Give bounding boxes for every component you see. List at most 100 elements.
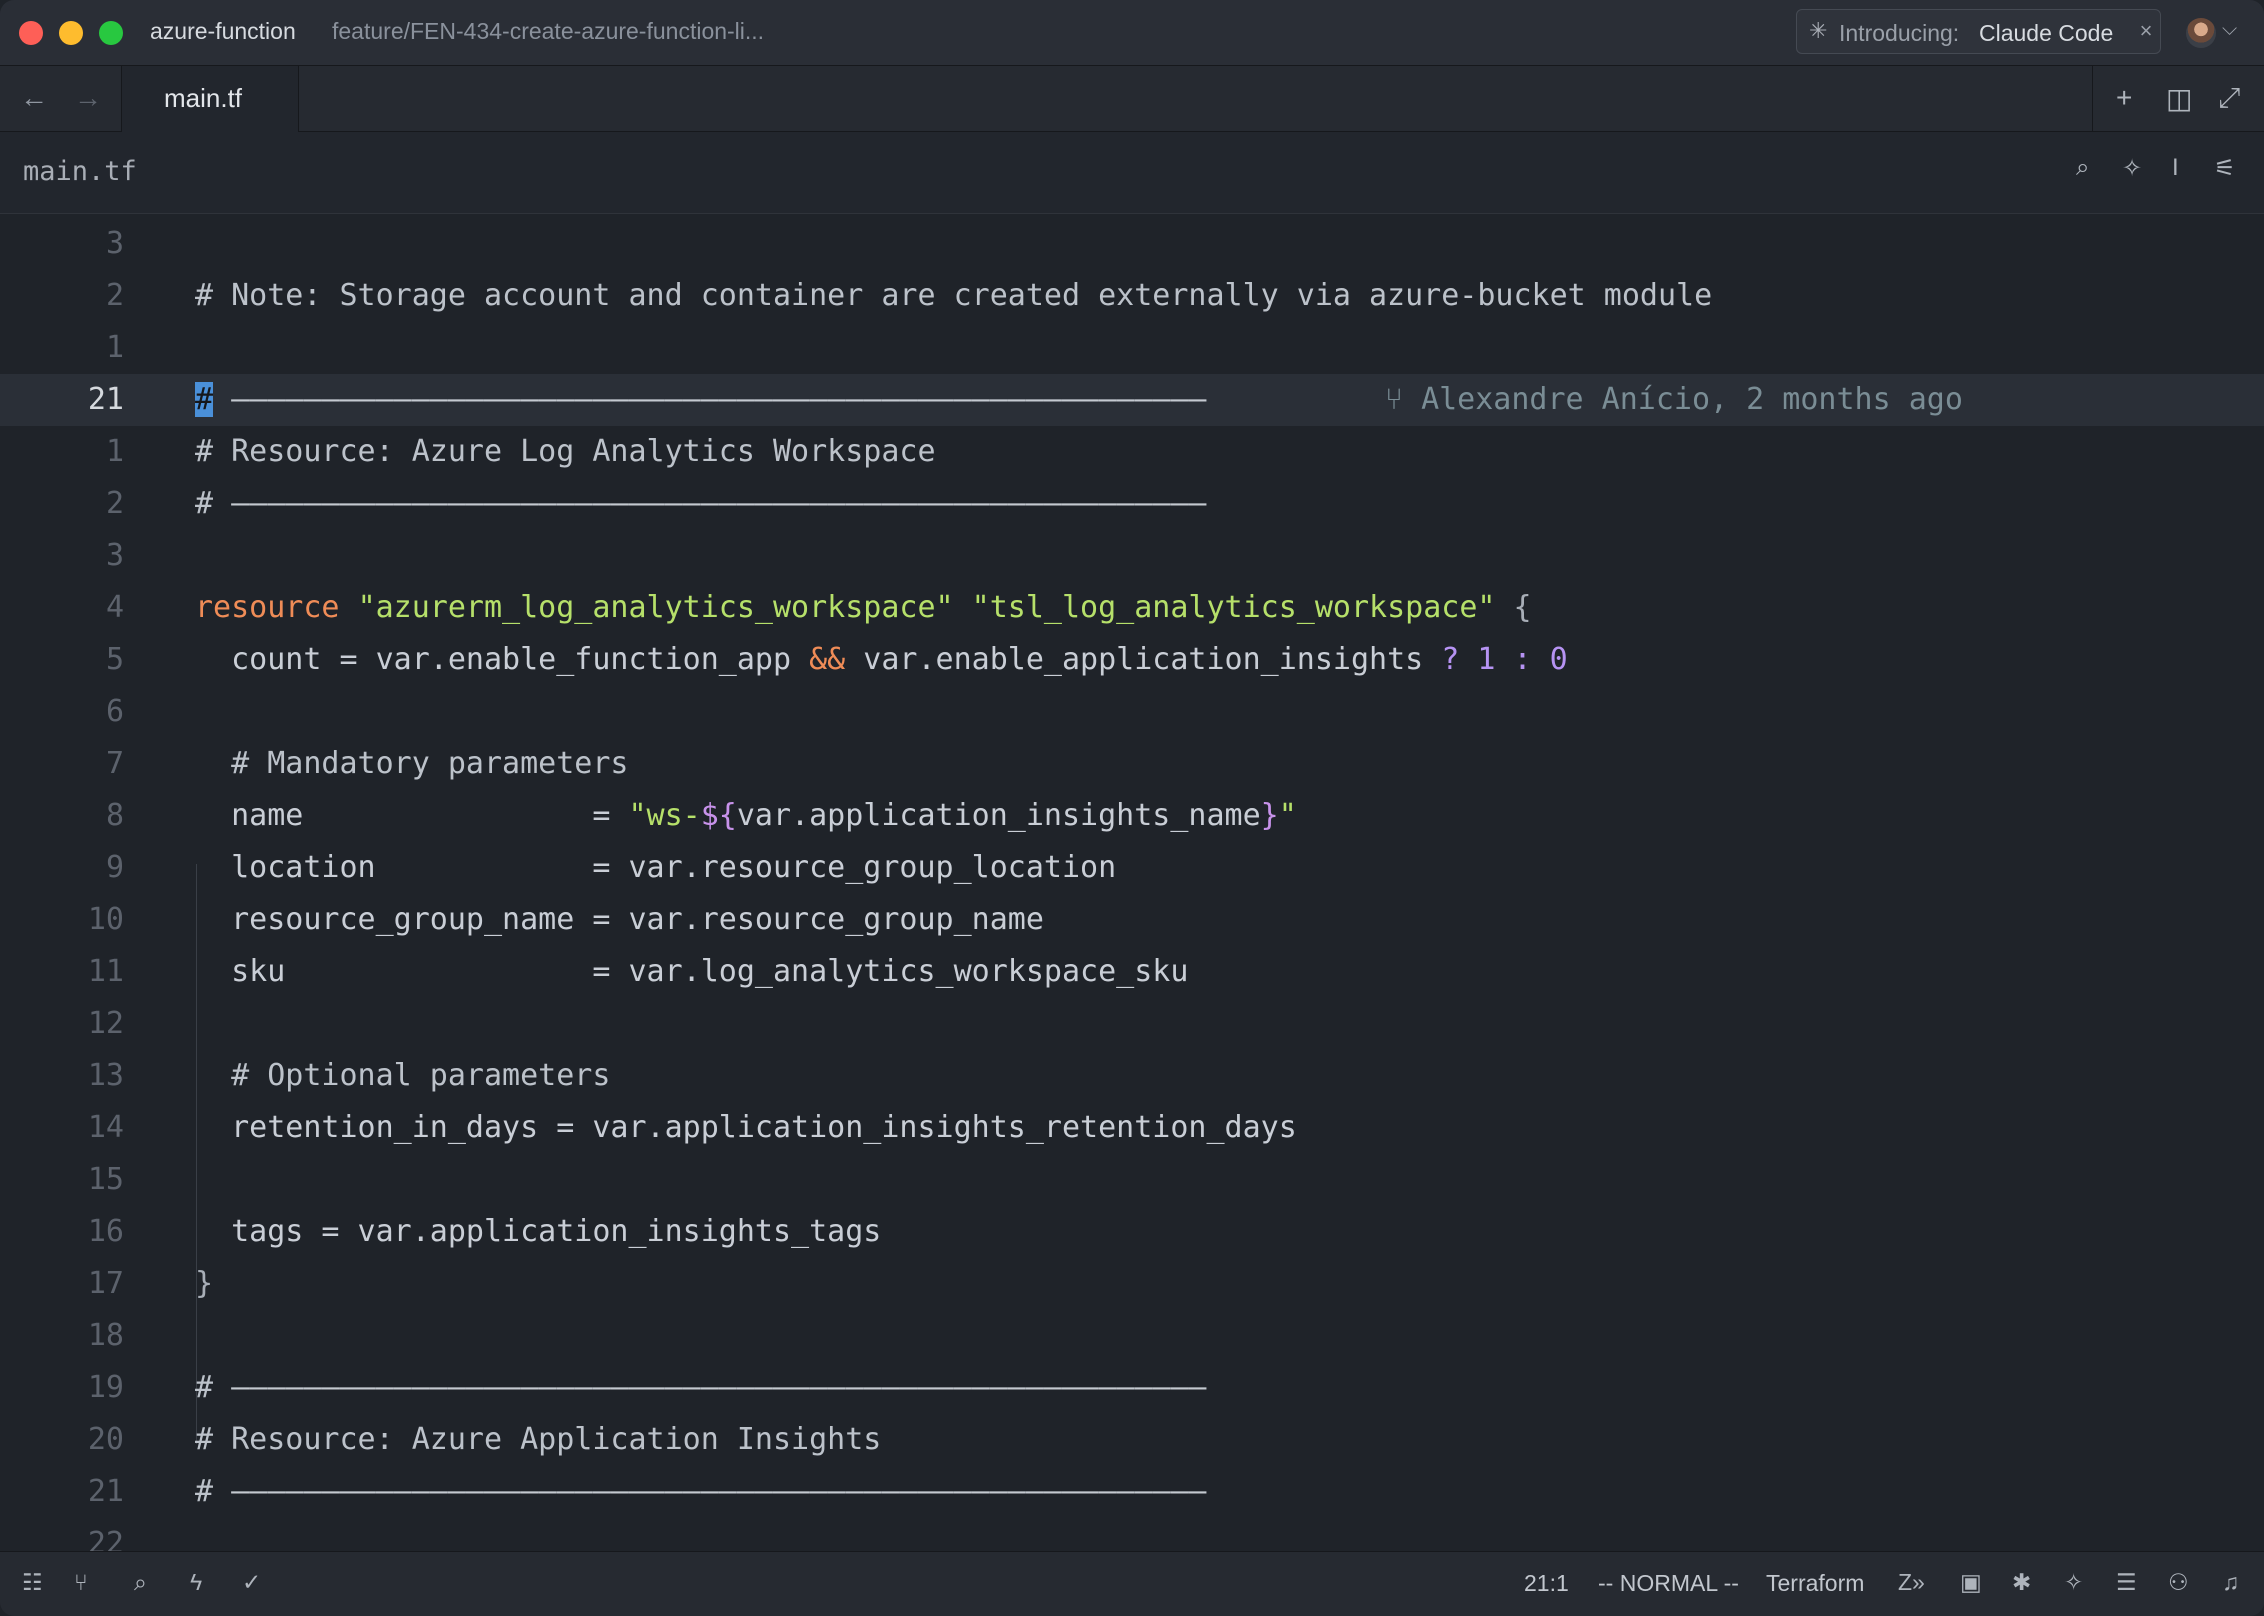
line-number: 9 — [105, 850, 124, 885]
code-line: 12 — [0, 998, 2264, 1050]
minimize-window-button[interactable] — [59, 21, 83, 45]
line-number: 13 — [87, 1058, 124, 1093]
code-text: # ——————————————————————————————————————… — [195, 1474, 1207, 1509]
breadcrumb-bar: main.tf ⌕ ✧ I ⚟ — [0, 132, 2264, 214]
code-line: 7 # Mandatory parameters — [0, 738, 2264, 790]
project-panel-icon[interactable]: ☷ — [22, 1569, 43, 1596]
tab-label: main.tf — [164, 83, 243, 113]
line-number: 19 — [87, 1370, 124, 1405]
current-line: 21 # ———————————————————————————————————… — [0, 374, 2264, 426]
blame-time: 2 months ago — [1746, 382, 1963, 417]
search-icon[interactable]: ⌕ — [134, 1569, 147, 1596]
close-window-button[interactable] — [19, 21, 43, 45]
split-pane-icon[interactable]: ◫ — [2166, 82, 2192, 115]
code-line: 13 # Optional parameters — [0, 1050, 2264, 1102]
line-number: 1 — [105, 330, 124, 365]
terminal-icon[interactable]: ▣ — [1960, 1569, 1982, 1596]
bell-icon[interactable]: ♫ — [2222, 1569, 2239, 1596]
code-line: 8 name = "ws-${var.application_insights_… — [0, 790, 2264, 842]
promo-prefix: Introducing: — [1839, 20, 1960, 46]
cursor-position[interactable]: 21:1 — [1524, 1570, 1569, 1597]
promo-close-icon[interactable]: × — [2131, 9, 2161, 54]
line-number: 1 — [105, 434, 124, 469]
line-number: 4 — [105, 590, 124, 625]
bolt-icon[interactable]: ϟ — [190, 1569, 202, 1596]
collaboration-icon[interactable]: ⚇ — [2168, 1569, 2189, 1596]
status-bar: ☷ ⑂ ⌕ ϟ ✓ 21:1 -- NORMAL -- Terraform Z»… — [0, 1551, 2264, 1616]
blame-author: Alexandre Anício — [1421, 382, 1711, 417]
git-branch-icon[interactable]: ⑂ — [74, 1569, 88, 1596]
expand-icon[interactable]: ⤢ — [2218, 82, 2240, 115]
editor-window: azure-function feature/FEN-434-create-az… — [0, 0, 2264, 1616]
code-line: 2 # ————————————————————————————————————… — [0, 478, 2264, 530]
line-number: 21 — [87, 382, 124, 417]
tab-bar: ← → main.tf + ◫ ⤢ — [0, 66, 2264, 132]
chevron-down-icon[interactable]: ⌵ — [2222, 18, 2237, 41]
edit-prediction-icon[interactable]: Z» — [1898, 1569, 1925, 1596]
forward-arrow-icon[interactable]: → — [74, 82, 102, 114]
code-editor[interactable]: 3 2 # Note: Storage account and containe… — [0, 214, 2264, 1551]
code-line: 2 # Note: Storage account and container … — [0, 270, 2264, 322]
code-line: 18 — [0, 1310, 2264, 1362]
outline-icon[interactable]: ☰ — [2116, 1569, 2137, 1596]
code-line: 9 location = var.resource_group_location — [0, 842, 2264, 894]
ai-assistant-icon[interactable]: ✧ — [2064, 1569, 2083, 1596]
code-line: 3 — [0, 218, 2264, 270]
line-number: 18 — [87, 1318, 124, 1353]
vim-mode: -- NORMAL -- — [1598, 1570, 1739, 1596]
project-name[interactable]: azure-function — [150, 18, 296, 45]
search-icon[interactable]: ⌕ — [2076, 154, 2089, 182]
code-line: 3 — [0, 530, 2264, 582]
line-number: 5 — [105, 642, 124, 677]
code-text: # Mandatory parameters — [195, 746, 629, 781]
inline-git-blame[interactable]: ⑂ Alexandre Anício, 2 months ago — [1385, 382, 1963, 417]
breadcrumb[interactable]: main.tf — [23, 156, 137, 187]
line-number: 7 — [105, 746, 124, 781]
language-selector[interactable]: Terraform — [1766, 1570, 1864, 1597]
title-bar: azure-function feature/FEN-434-create-az… — [0, 0, 2264, 66]
editor-settings-icon[interactable]: ⚟ — [2214, 154, 2236, 183]
code-line: 1 — [0, 322, 2264, 374]
back-arrow-icon[interactable]: ← — [20, 82, 48, 114]
code-text: # ——————————————————————————————————————… — [195, 382, 1206, 417]
line-number: 2 — [105, 278, 124, 313]
line-number: 2 — [105, 486, 124, 521]
assistant-icon[interactable]: ✧ — [2122, 154, 2142, 183]
line-number: 6 — [105, 694, 124, 729]
claude-code-promo-banner[interactable]: ✳ Introducing: Claude Code — [1796, 9, 2161, 54]
code-line: 16 tags = var.application_insights_tags — [0, 1206, 2264, 1258]
code-text: # ——————————————————————————————————————… — [195, 1370, 1207, 1405]
line-number: 14 — [87, 1110, 124, 1145]
code-text: } — [195, 1266, 214, 1301]
code-line: 10 resource_group_name = var.resource_gr… — [0, 894, 2264, 946]
code-line: 15 — [0, 1154, 2264, 1206]
plus-icon[interactable]: + — [2116, 82, 2132, 114]
branch-name[interactable]: feature/FEN-434-create-azure-function-li… — [332, 18, 764, 45]
line-number: 12 — [87, 1006, 124, 1041]
code-text: resource_group_name = var.resource_group… — [195, 902, 1044, 937]
code-line: 1 # Resource: Azure Log Analytics Worksp… — [0, 426, 2264, 478]
text-cursor: # — [195, 382, 214, 417]
maximize-window-button[interactable] — [99, 21, 123, 45]
line-number: 10 — [87, 902, 124, 937]
code-line: 6 — [0, 686, 2264, 738]
code-text: # Resource: Azure Log Analytics Workspac… — [195, 434, 936, 469]
code-text: # Note: Storage account and container ar… — [195, 278, 1713, 313]
debug-icon[interactable]: ✱ — [2012, 1569, 2031, 1596]
line-number: 15 — [87, 1162, 124, 1197]
code-line: 5 count = var.enable_function_app && var… — [0, 634, 2264, 686]
code-text: name = "ws-${var.application_insights_na… — [195, 798, 1297, 833]
diagnostics-check-icon[interactable]: ✓ — [242, 1569, 261, 1596]
tab-main-tf[interactable]: main.tf — [121, 66, 299, 132]
code-text: tags = var.application_insights_tags — [195, 1214, 882, 1249]
line-number: 17 — [87, 1266, 124, 1301]
code-text: sku = var.log_analytics_workspace_sku — [195, 954, 1189, 989]
promo-product-name: Claude Code — [1979, 20, 2114, 46]
code-text: # ——————————————————————————————————————… — [195, 486, 1207, 521]
divider — [2092, 66, 2093, 132]
code-line: 11 sku = var.log_analytics_workspace_sku — [0, 946, 2264, 998]
line-number: 21 — [87, 1474, 124, 1509]
line-number: 11 — [87, 954, 124, 989]
text-cursor-icon[interactable]: I — [2172, 154, 2179, 182]
user-avatar[interactable] — [2186, 18, 2216, 48]
